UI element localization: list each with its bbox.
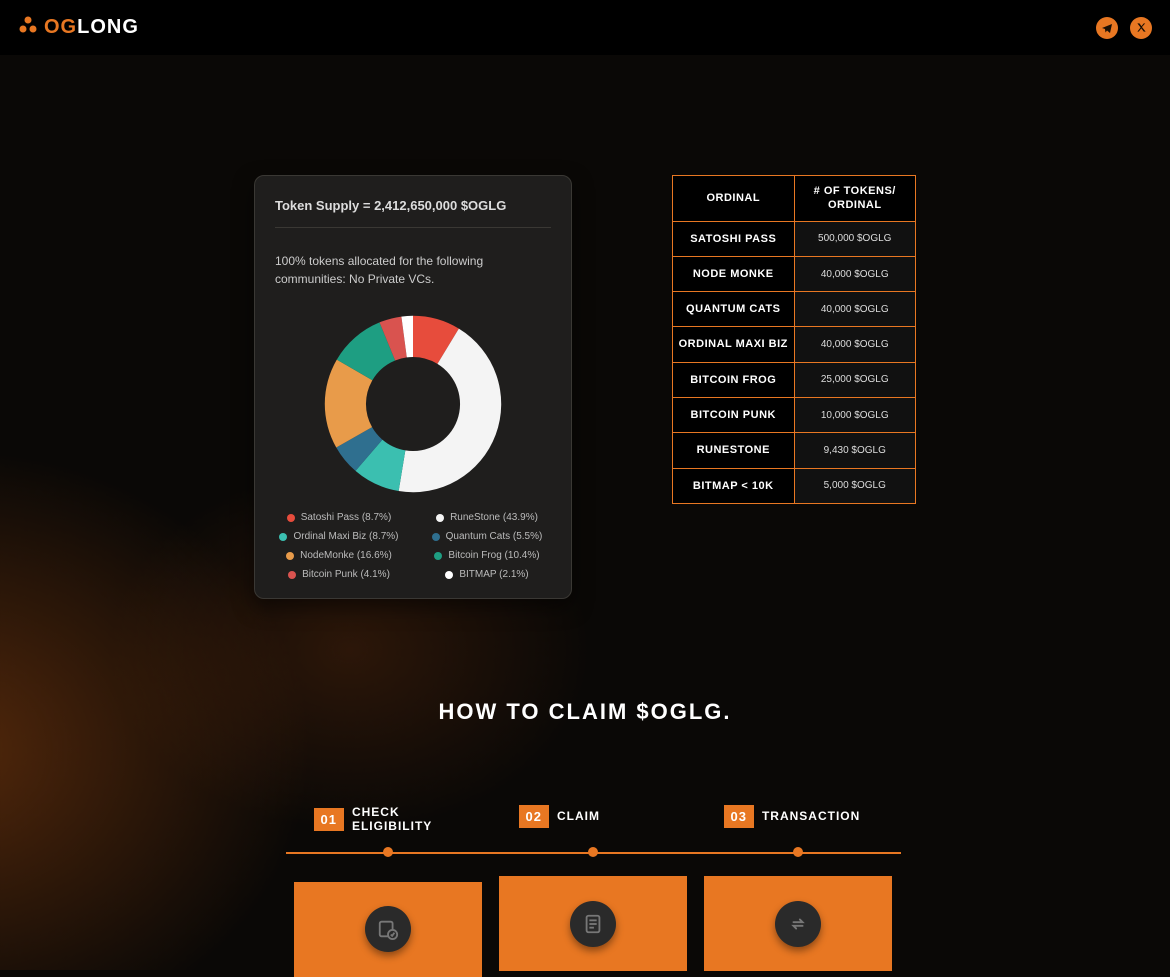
table-row: SATOSHI PASS500,000 $OGLG — [673, 221, 916, 256]
step-icon — [365, 906, 411, 952]
table-cell-ordinal: ORDINAL MAXI BIZ — [673, 327, 795, 362]
token-supply-subtitle: 100% tokens allocated for the following … — [275, 252, 551, 288]
telegram-icon[interactable] — [1096, 17, 1118, 39]
step-label: 03 TRANSACTION — [724, 805, 861, 828]
legend-item: Bitcoin Frog (10.4%) — [434, 550, 539, 561]
table-row: BITMAP < 10K5,000 $OGLG — [673, 468, 916, 503]
header-social-icons — [1096, 17, 1152, 39]
table-cell-tokens: 40,000 $OGLG — [794, 292, 916, 327]
logo[interactable]: OGLONG — [18, 15, 139, 40]
legend-item: Satoshi Pass (8.7%) — [287, 512, 392, 523]
table-cell-tokens: 40,000 $OGLG — [794, 256, 916, 291]
howto-heading: HOW TO CLAIM $OGLG. — [0, 699, 1170, 725]
legend-label: Satoshi Pass (8.7%) — [301, 512, 392, 523]
howto-step: 02 CLAIM — [491, 805, 696, 977]
table-cell-ordinal: NODE MONKE — [673, 256, 795, 291]
legend-dot — [287, 514, 295, 522]
logo-icon — [18, 15, 38, 40]
step-number: 03 — [724, 805, 754, 828]
step-label: 01 CHECKELIGIBILITY — [314, 805, 433, 834]
legend-dot — [434, 552, 442, 560]
legend-item: Bitcoin Punk (4.1%) — [288, 569, 390, 580]
step-card[interactable] — [294, 882, 482, 977]
table-cell-tokens: 25,000 $OGLG — [794, 362, 916, 397]
step-title: TRANSACTION — [762, 809, 860, 823]
legend-label: Quantum Cats (5.5%) — [446, 531, 543, 542]
step-number: 02 — [519, 805, 549, 828]
legend-dot — [436, 514, 444, 522]
table-row: BITCOIN FROG25,000 $OGLG — [673, 362, 916, 397]
legend-dot — [445, 571, 453, 579]
table-cell-tokens: 9,430 $OGLG — [794, 433, 916, 468]
legend-item: NodeMonke (16.6%) — [286, 550, 392, 561]
table-cell-ordinal: RUNESTONE — [673, 433, 795, 468]
table-cell-tokens: 40,000 $OGLG — [794, 327, 916, 362]
howto-steps: 01 CHECKELIGIBILITY 02 CLAIM 03 TRANSACT… — [286, 805, 901, 977]
legend-dot — [286, 552, 294, 560]
legend-label: Ordinal Maxi Biz (8.7%) — [293, 531, 398, 542]
table-row: NODE MONKE40,000 $OGLG — [673, 256, 916, 291]
table-cell-ordinal: BITMAP < 10K — [673, 468, 795, 503]
table-row: QUANTUM CATS40,000 $OGLG — [673, 292, 916, 327]
table-cell-ordinal: QUANTUM CATS — [673, 292, 795, 327]
table-cell-ordinal: BITCOIN FROG — [673, 362, 795, 397]
howto-step: 03 TRANSACTION — [696, 805, 901, 977]
step-dot — [588, 847, 598, 857]
legend-dot — [288, 571, 296, 579]
table-row: BITCOIN PUNK10,000 $OGLG — [673, 398, 916, 433]
logo-text: OGLONG — [44, 16, 139, 39]
header: OGLONG — [0, 0, 1170, 55]
step-title: CLAIM — [557, 809, 600, 823]
legend-item: Ordinal Maxi Biz (8.7%) — [279, 531, 398, 542]
main-content-row: Token Supply = 2,412,650,000 $OGLG 100% … — [0, 175, 1170, 599]
howto-step: 01 CHECKELIGIBILITY — [286, 805, 491, 977]
legend-item: BITMAP (2.1%) — [445, 569, 528, 580]
legend-label: RuneStone (43.9%) — [450, 512, 538, 523]
legend-label: NodeMonke (16.6%) — [300, 550, 392, 561]
step-dot — [383, 847, 393, 857]
table-row: RUNESTONE9,430 $OGLG — [673, 433, 916, 468]
table-row: ORDINAL MAXI BIZ40,000 $OGLG — [673, 327, 916, 362]
table-cell-ordinal: BITCOIN PUNK — [673, 398, 795, 433]
step-title: CHECKELIGIBILITY — [352, 805, 432, 834]
legend-item: Quantum Cats (5.5%) — [432, 531, 543, 542]
legend-label: BITMAP (2.1%) — [459, 569, 528, 580]
token-supply-title: Token Supply = 2,412,650,000 $OGLG — [275, 198, 551, 228]
table-cell-tokens: 500,000 $OGLG — [794, 221, 916, 256]
legend-label: Bitcoin Frog (10.4%) — [448, 550, 539, 561]
legend-dot — [432, 533, 440, 541]
legend-label: Bitcoin Punk (4.1%) — [302, 569, 390, 580]
table-header-ordinal: ORDINAL — [673, 176, 795, 222]
table-header-tokens: # OF TOKENS/ ORDINAL — [794, 176, 916, 222]
table-cell-ordinal: SATOSHI PASS — [673, 221, 795, 256]
step-card[interactable] — [704, 876, 892, 971]
donut-legend: Satoshi Pass (8.7%) RuneStone (43.9%) Ordi… — [275, 512, 551, 580]
step-icon — [570, 901, 616, 947]
table-cell-tokens: 10,000 $OGLG — [794, 398, 916, 433]
step-label: 02 CLAIM — [519, 805, 600, 828]
step-icon — [775, 901, 821, 947]
step-dot — [793, 847, 803, 857]
legend-item: RuneStone (43.9%) — [436, 512, 538, 523]
step-number: 01 — [314, 808, 344, 831]
step-card[interactable] — [499, 876, 687, 971]
token-supply-card: Token Supply = 2,412,650,000 $OGLG 100% … — [254, 175, 572, 599]
tokens-per-ordinal-table: ORDINAL # OF TOKENS/ ORDINAL SATOSHI PAS… — [672, 175, 916, 504]
x-twitter-icon[interactable] — [1130, 17, 1152, 39]
table-cell-tokens: 5,000 $OGLG — [794, 468, 916, 503]
legend-dot — [279, 533, 287, 541]
allocation-donut-chart — [275, 306, 551, 502]
